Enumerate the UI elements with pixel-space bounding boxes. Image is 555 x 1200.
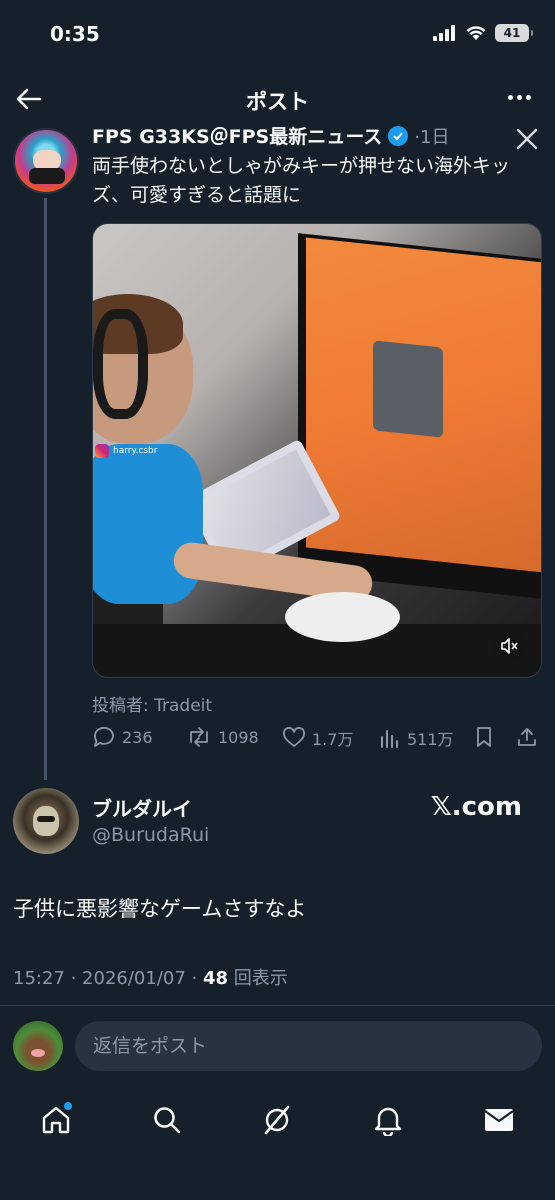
watermark-text: harry.csbr [113, 446, 158, 456]
xcom-badge: 𝕏.com [430, 792, 522, 822]
display-name[interactable]: ブルダルイ [92, 793, 192, 822]
repost-count: 1098 [218, 727, 259, 747]
instagram-icon [95, 444, 109, 458]
bottom-nav [0, 1090, 555, 1150]
reply-count: 236 [122, 727, 153, 747]
nav-grok[interactable] [257, 1100, 297, 1140]
repost-icon [190, 727, 208, 747]
status-icons: 41 [433, 24, 533, 42]
post-video[interactable]: harry.csbr [92, 223, 542, 678]
like-count: 1.7万 [312, 730, 354, 749]
verified-badge-icon [388, 125, 409, 146]
avatar[interactable] [13, 788, 79, 854]
post-timestamp: 15:27 · 2026/01/07 · 48 回表示 [13, 964, 288, 990]
post-header: FPS G33KS＠FPS最新ニュース ·1日 [92, 122, 449, 149]
mute-button[interactable] [493, 629, 527, 663]
post-text: 両手使わないとしゃがみキーが押せない海外キッズ、可愛すぎると話題に [92, 155, 511, 206]
user-handle[interactable]: @BurudaRui [92, 824, 209, 846]
bell-icon [374, 1107, 402, 1136]
heart-icon [283, 727, 305, 747]
nav-home[interactable] [36, 1100, 76, 1140]
attribution[interactable]: 投稿者: Tradeit [92, 691, 212, 716]
author-name[interactable]: FPS G33KS＠FPS最新ニュース [92, 122, 382, 149]
grok-icon[interactable] [515, 128, 539, 150]
nav-notifications[interactable] [368, 1100, 408, 1140]
nav-messages[interactable] [479, 1100, 519, 1140]
mail-icon [484, 1109, 514, 1131]
reply-input[interactable] [75, 1021, 542, 1071]
post-actions: 236 1098 1.7万 511万 [92, 726, 542, 754]
thread-line [44, 198, 47, 780]
search-icon [154, 1107, 181, 1134]
timestamp-text: 15:27 · 2026/01/07 · [13, 968, 203, 989]
avatar[interactable] [13, 1021, 63, 1071]
bookmark-icon [477, 727, 491, 747]
view-count: 511万 [407, 730, 454, 749]
bookmark-button[interactable] [474, 726, 494, 748]
notification-dot [64, 1102, 72, 1110]
share-button[interactable] [516, 726, 538, 748]
reply-button[interactable]: 236 [92, 726, 153, 748]
views-icon [381, 730, 398, 748]
like-button[interactable]: 1.7万 [282, 726, 353, 750]
view-label: 回表示 [228, 968, 288, 989]
page-title: ポスト [246, 90, 309, 114]
view-count: 48 [202, 968, 229, 989]
wifi-icon [466, 26, 486, 40]
post-time: ·1日 [414, 126, 450, 148]
nav-search[interactable] [147, 1100, 187, 1140]
repost-button[interactable]: 1098 [186, 726, 259, 748]
views-button[interactable]: 511万 [379, 726, 454, 750]
avatar[interactable] [13, 128, 79, 194]
grok-icon [264, 1105, 290, 1135]
instagram-watermark: harry.csbr [95, 444, 157, 458]
more-icon[interactable] [508, 95, 531, 100]
share-icon [518, 728, 536, 746]
divider [0, 1005, 555, 1006]
reply-icon [94, 726, 114, 747]
status-time: 0:35 [50, 22, 100, 46]
post-text: 子供に悪影響なゲームさすなよ [13, 897, 307, 921]
battery-icon: 41 [495, 24, 533, 42]
battery-level: 41 [503, 26, 521, 40]
signal-icon [433, 25, 455, 41]
speaker-muted-icon [501, 638, 518, 654]
